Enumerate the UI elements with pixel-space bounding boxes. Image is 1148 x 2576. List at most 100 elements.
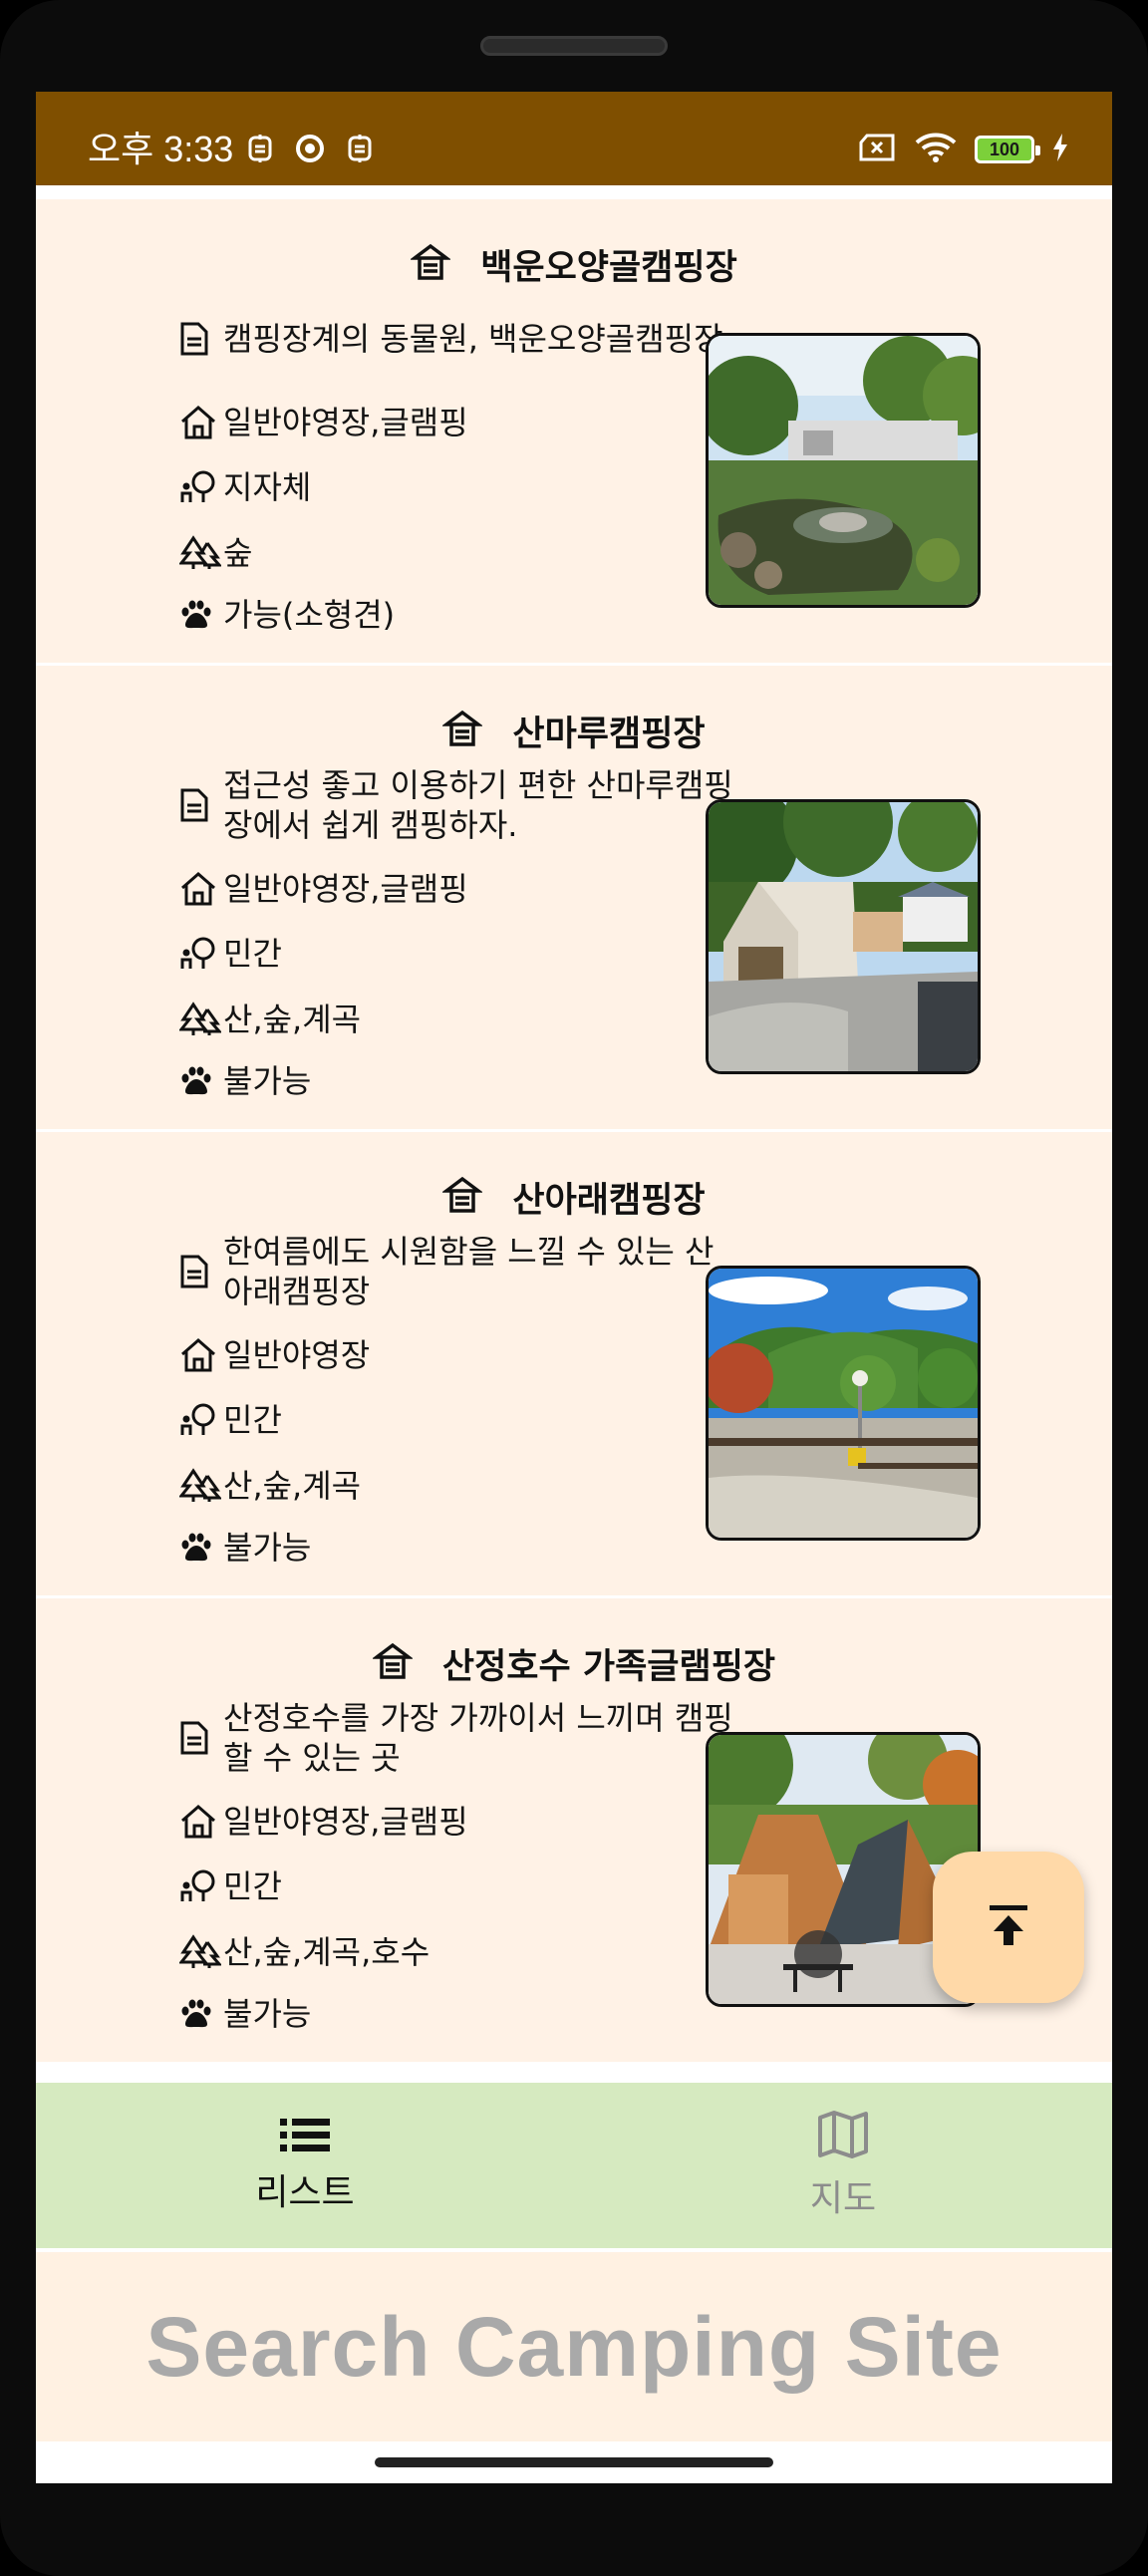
owner-row: 지자체 [179,454,737,520]
campsite-info: 한여름에도 시원함을 느낄 수 있는 산아래캠핑장 일반야영장 민간 산,숲,계… [179,1228,737,1576]
environment-row: 산,숲,계곡,호수 [179,1919,737,1985]
house-icon [179,405,223,440]
nav-tab-list-label: 리스트 [255,2172,355,2213]
campsite-photo[interactable] [706,333,981,608]
home-indicator[interactable] [375,2457,773,2467]
earpiece-speaker [480,36,668,56]
person-pin-icon [179,936,223,972]
campsite-card[interactable]: 백운오양골캠핑장 캠핑장계의 동물원, 백운오양골캠핑장 일반야영장,글램핑 지… [36,199,1112,666]
arrow-up-to-top-icon [986,1901,1031,1953]
status-bar: 오후 3:33 100 [36,92,1112,185]
owner-text: 민간 [223,935,282,973]
trees-icon [179,1468,223,1504]
type-row: 일반야영장 [179,1323,737,1387]
pet-text: 불가능 [223,1995,312,2033]
document-icon [179,1254,223,1289]
pet-row: 불가능 [179,1052,737,1110]
type-text: 일반야영장,글램핑 [223,870,468,908]
document-icon [179,1720,223,1756]
pet-text: 가능(소형견) [223,596,396,634]
description-row: 한여름에도 시원함을 느낄 수 있는 산아래캠핑장 [179,1228,737,1315]
environment-text: 산,숲,계곡 [223,1001,362,1038]
owner-row: 민간 [179,1387,737,1453]
campsite-name: 산마루캠핑장 [512,714,706,754]
notification-app-icon [247,134,273,167]
card-title-row: 백운오양골캠핑장 [36,239,1112,289]
owner-text: 민간 [223,1867,282,1905]
document-icon [179,321,223,357]
list-icon [278,2116,332,2157]
environment-row: 숲 [179,520,737,586]
person-pin-icon [179,1402,223,1438]
battery-indicator: 100 [975,136,1040,163]
document-icon [179,787,223,823]
environment-row: 산,숲,계곡 [179,987,737,1052]
status-icons-right: 100 [857,132,1068,167]
owner-row: 민간 [179,1854,737,1919]
owner-text: 민간 [223,1401,282,1439]
card-title-row: 산정호수 가족글램핑장 [36,1638,1112,1688]
type-row: 일반야영장,글램핑 [179,1790,737,1854]
phone-frame: 오후 3:33 100 백운오양골캠핑장 캠핑장계의 동물원, 백운오양골캠핑장… [0,0,1148,2576]
map-icon [817,2110,869,2163]
environment-text: 산,숲,계곡 [223,1467,362,1505]
pet-row: 가능(소형견) [179,586,737,644]
scroll-to-top-button[interactable] [933,1852,1084,2003]
description-text: 캠핑장계의 동물원, 백운오양골캠핑장 [223,320,723,358]
campsite-info: 접근성 좋고 이용하기 편한 산마루캠핑장에서 쉽게 캠핑하자. 일반야영장,글… [179,761,737,1110]
description-row: 접근성 좋고 이용하기 편한 산마루캠핑장에서 쉽게 캠핑하자. [179,761,737,849]
campsite-name: 산정호수 가족글램핑장 [441,1646,776,1687]
person-pin-icon [179,469,223,505]
campsite-photo[interactable] [706,799,981,1074]
bottom-navigation: 리스트 지도 [36,2083,1112,2248]
paw-icon [179,1998,223,2030]
description-text: 접근성 좋고 이용하기 편한 산마루캠핑장에서 쉽게 캠핑하자. [223,766,733,844]
search-camping-site-button[interactable]: Search Camping Site [36,2252,1112,2441]
pet-text: 불가능 [223,1062,312,1100]
description-row: 산정호수를 가장 가까이서 느끼며 캠핑할 수 있는 곳 [179,1694,737,1782]
type-row: 일반야영장,글램핑 [179,857,737,921]
pet-row: 불가능 [179,1985,737,2043]
search-camping-site-label: Search Camping Site [145,2299,1003,2394]
description-text: 산정호수를 가장 가까이서 느끼며 캠핑할 수 있는 곳 [223,1699,733,1777]
nav-tab-list[interactable]: 리스트 [36,2083,574,2248]
status-icons-left [247,134,373,167]
trees-icon [179,535,223,571]
environment-row: 산,숲,계곡 [179,1453,737,1519]
description-row: 캠핑장계의 동물원, 백운오양골캠핑장 [179,295,737,383]
trees-icon [179,1934,223,1970]
campsite-name: 백운오양골캠핑장 [480,247,737,288]
paw-icon [179,1065,223,1097]
environment-text: 산,숲,계곡,호수 [223,1933,430,1971]
pet-text: 불가능 [223,1529,312,1567]
paw-icon [179,1532,223,1564]
house-icon [179,871,223,907]
type-text: 일반야영장 [223,1336,371,1374]
type-row: 일반야영장,글램핑 [179,391,737,454]
campsite-card[interactable]: 산아래캠핑장 한여름에도 시원함을 느낄 수 있는 산아래캠핑장 일반야영장 민… [36,1132,1112,1598]
house-icon [179,1337,223,1373]
nav-tab-map[interactable]: 지도 [574,2083,1112,2248]
campsite-photo[interactable] [706,1266,981,1541]
campsite-icon [409,243,452,285]
campsite-info: 산정호수를 가장 가까이서 느끼며 캠핑할 수 있는 곳 일반야영장,글램핑 민… [179,1694,737,2043]
environment-text: 숲 [223,534,253,572]
no-sim-icon [857,133,897,166]
house-icon [179,1804,223,1840]
owner-text: 지자체 [223,468,312,506]
campsite-info: 캠핑장계의 동물원, 백운오양골캠핑장 일반야영장,글램핑 지자체 숲 가능(소… [179,295,737,644]
nav-tab-map-label: 지도 [809,2178,877,2219]
campsite-card[interactable]: 산마루캠핑장 접근성 좋고 이용하기 편한 산마루캠핑장에서 쉽게 캠핑하자. … [36,666,1112,1132]
status-time: 오후 3:33 [88,129,234,169]
notification-app-icon-2 [347,134,373,167]
chrome-icon [295,134,325,167]
trees-icon [179,1002,223,1037]
type-text: 일반야영장,글램핑 [223,404,468,441]
campsite-list[interactable]: 백운오양골캠핑장 캠핑장계의 동물원, 백운오양골캠핑장 일반야영장,글램핑 지… [36,199,1112,2065]
pet-row: 불가능 [179,1519,737,1576]
campsite-icon [441,1176,484,1218]
campsite-icon [371,1642,415,1684]
charging-bolt-icon [1052,134,1068,165]
description-text: 한여름에도 시원함을 느낄 수 있는 산아래캠핑장 [223,1233,715,1310]
wifi-icon [915,132,957,167]
